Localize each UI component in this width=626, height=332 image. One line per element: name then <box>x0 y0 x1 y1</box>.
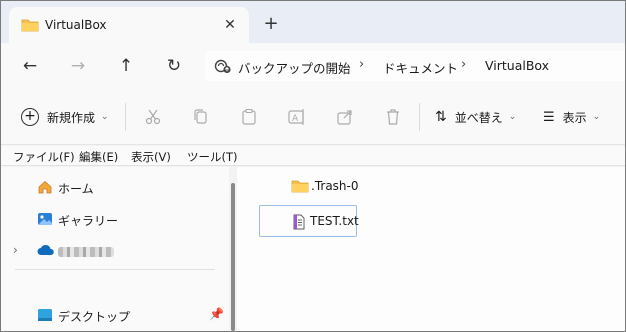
refresh-button[interactable]: ↻ <box>159 53 189 79</box>
file-name: .Trash-0 <box>311 179 359 193</box>
back-button[interactable]: ← <box>15 53 45 79</box>
navigation-pane: ホーム ギャラリー › デスクトップ 📌 <box>1 167 229 331</box>
desktop-icon <box>37 307 53 326</box>
tab-virtualbox[interactable]: VirtualBox ✕ <box>9 7 249 43</box>
chevron-down-icon: ⌄ <box>508 112 517 122</box>
sidebar-item-label: ギャラリー <box>58 214 119 228</box>
navigation-bar: ← → ↑ ↻ バックアップの開始 › ドキュメント › VirtualBox <box>1 43 625 89</box>
new-tab-button[interactable]: + <box>259 13 283 37</box>
breadcrumb-backup[interactable]: バックアップの開始 <box>238 58 351 77</box>
menu-bar: ファイル(F) 編集(E) 表示(V) ツール(T) <box>1 146 625 166</box>
chevron-down-icon: ⌄ <box>101 112 109 122</box>
sidebar-divider <box>15 269 215 270</box>
gallery-icon <box>37 211 53 230</box>
pin-icon[interactable]: 📌 <box>209 307 224 321</box>
explorer-window: VirtualBox ✕ + ← → ↑ ↻ バックアップの開始 › ドキュメン… <box>0 0 626 332</box>
tab-strip: VirtualBox ✕ + <box>1 1 625 43</box>
file-item-test-txt[interactable]: TEST.txt <box>259 205 359 237</box>
forward-button[interactable]: → <box>63 53 93 79</box>
breadcrumb-documents[interactable]: ドキュメント <box>383 58 458 77</box>
folder-icon <box>21 18 39 35</box>
folder-icon <box>291 179 309 196</box>
sidebar-item-home[interactable]: ホーム <box>1 173 229 201</box>
sort-button[interactable]: ⇅ 並べ替え ⌄ <box>435 105 516 129</box>
sidebar-scrollbar[interactable] <box>231 183 235 331</box>
view-button[interactable]: ☰ 表示 ⌄ <box>543 105 600 129</box>
menu-file[interactable]: ファイル(F) <box>13 149 75 165</box>
onedrive-cloud-icon <box>37 243 55 260</box>
sidebar-item-gallery[interactable]: ギャラリー <box>1 205 229 233</box>
share-icon[interactable] <box>335 107 355 127</box>
breadcrumb-virtualbox[interactable]: VirtualBox <box>485 58 549 73</box>
toolbar-divider <box>125 103 126 131</box>
tab-title: VirtualBox <box>45 18 107 32</box>
rename-icon[interactable]: A <box>287 107 307 127</box>
sort-button-label: 並べ替え <box>454 110 503 125</box>
chevron-down-icon: ⌄ <box>592 112 601 122</box>
sidebar-item-label: デスクトップ <box>58 310 131 324</box>
breadcrumb-separator[interactable]: › <box>359 57 364 72</box>
new-button[interactable]: + 新規作成 ⌄ <box>21 105 109 129</box>
text-file-icon <box>292 214 306 233</box>
copy-icon[interactable] <box>191 107 211 127</box>
blurred-account-name <box>58 247 114 257</box>
new-button-label: 新規作成 <box>47 110 96 125</box>
menu-view[interactable]: 表示(V) <box>131 149 171 165</box>
close-tab-icon[interactable]: ✕ <box>219 14 241 36</box>
file-name: TEST.txt <box>310 214 359 228</box>
command-toolbar: + 新規作成 ⌄ A ⇅ 並べ替え ⌄ ☰ 表示 ⌄ <box>1 89 625 145</box>
sidebar-item-desktop[interactable]: デスクトップ 📌 <box>1 301 229 329</box>
sort-icon: ⇅ <box>435 109 447 125</box>
home-icon <box>37 179 53 198</box>
cut-icon[interactable] <box>143 107 163 127</box>
breadcrumb-separator[interactable]: › <box>461 57 466 72</box>
file-item-trash-folder[interactable]: .Trash-0 <box>259 171 359 203</box>
sidebar-item-label: ホーム <box>58 182 94 196</box>
cloud-backup-icon <box>214 58 232 77</box>
view-button-label: 表示 <box>562 110 587 125</box>
sidebar-item-onedrive[interactable]: › <box>1 237 229 265</box>
address-bar[interactable]: バックアップの開始 › ドキュメント › VirtualBox <box>205 51 625 81</box>
toolbar-divider <box>419 103 420 131</box>
menu-tools[interactable]: ツール(T) <box>187 149 238 165</box>
menu-edit[interactable]: 編集(E) <box>79 149 118 165</box>
chevron-right-icon[interactable]: › <box>13 243 18 257</box>
delete-icon[interactable] <box>383 107 403 127</box>
svg-text:A: A <box>292 114 299 124</box>
up-button[interactable]: ↑ <box>111 53 141 79</box>
view-list-icon: ☰ <box>543 109 555 125</box>
plus-circle-icon: + <box>21 108 39 126</box>
file-list: .Trash-0 TEST.txt <box>237 167 625 331</box>
paste-icon[interactable] <box>239 107 259 127</box>
